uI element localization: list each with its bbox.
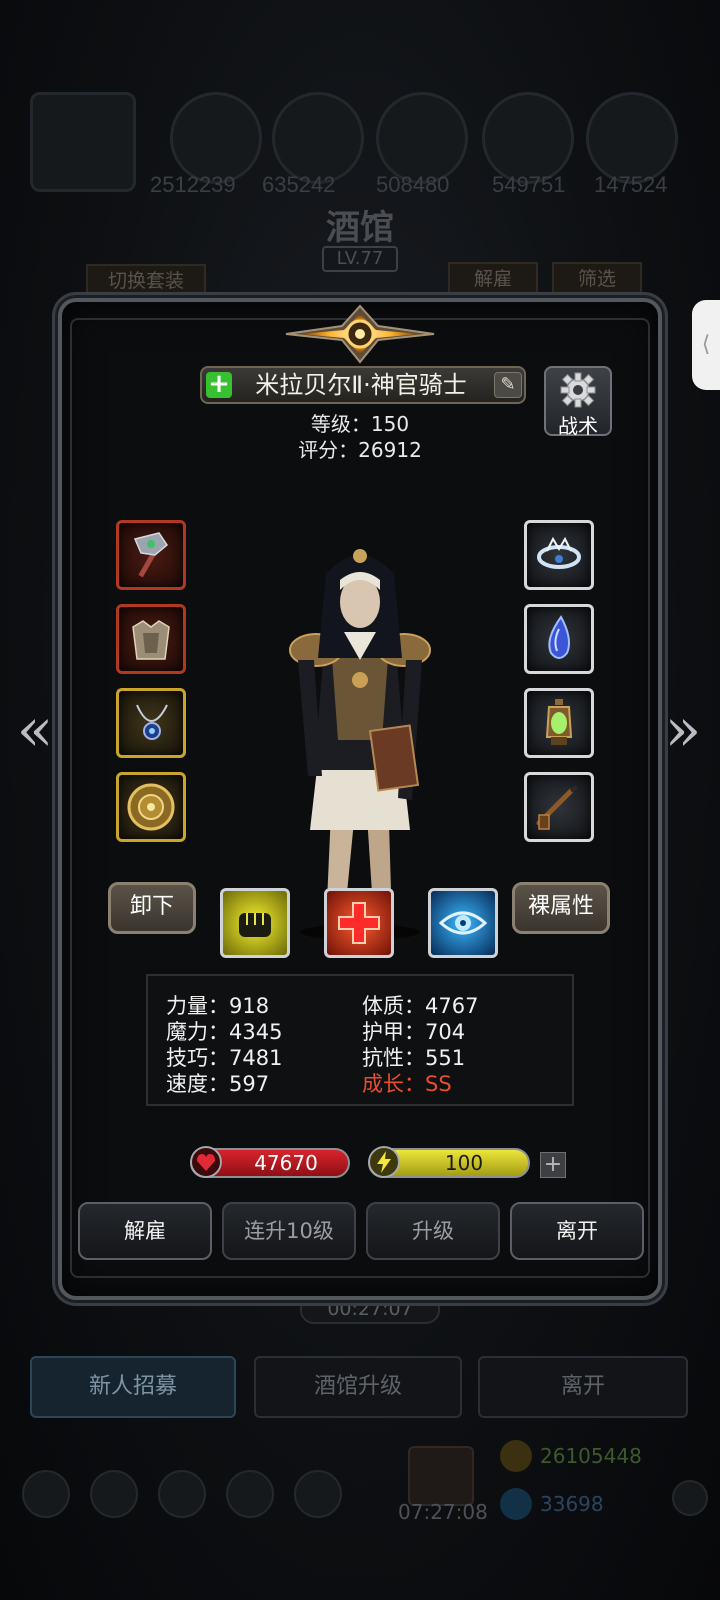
menu-icon	[22, 1470, 70, 1518]
base-attributes-button[interactable]: 裸属性	[512, 882, 610, 934]
resource-value: 549751	[492, 172, 566, 197]
equip-slot-necklace[interactable]	[116, 688, 186, 758]
menu-icon	[158, 1470, 206, 1518]
energy-value: 100	[444, 1151, 484, 1175]
menu-icon	[90, 1470, 138, 1518]
stat-speed: 速度：597	[166, 1072, 270, 1096]
skill-slot-3[interactable]	[428, 888, 498, 958]
silver-tiara-icon	[537, 536, 581, 569]
heal-cross-icon	[338, 902, 380, 944]
equip-slot-weapon[interactable]	[116, 520, 186, 590]
menu-icon	[294, 1470, 342, 1518]
level-up-10-button[interactable]: 连升10级	[222, 1202, 356, 1260]
dismiss-button[interactable]: 解雇	[78, 1202, 212, 1260]
tavern-title: 酒馆	[326, 208, 394, 248]
resource-value: 635242	[262, 172, 336, 197]
tavern-level: LV.77	[322, 246, 398, 272]
hp-value: 47670	[254, 1151, 318, 1175]
level-up-button[interactable]: 升级	[366, 1202, 500, 1260]
equip-slot-trinket[interactable]	[524, 604, 594, 674]
green-lantern-icon	[545, 699, 573, 745]
gem-amount: 33698	[540, 1492, 604, 1516]
side-drawer-handle[interactable]: ⟨	[692, 300, 720, 390]
hero-name: 米拉贝尔Ⅱ·神官骑士	[255, 371, 467, 399]
add-icon[interactable]: +	[206, 371, 232, 398]
unequip-button[interactable]: 卸下	[108, 882, 196, 934]
add-energy-icon[interactable]: +	[540, 1152, 566, 1178]
menu-icon	[226, 1470, 274, 1518]
eye-icon	[438, 911, 488, 935]
resource-value: 2512239	[150, 172, 236, 197]
more-icon	[672, 1480, 708, 1516]
crest-emblem-icon	[285, 304, 435, 364]
gem-icon	[500, 1488, 532, 1520]
resource-slot-6	[586, 92, 678, 184]
resource-slot-5	[482, 92, 574, 184]
round-shield-icon	[127, 783, 175, 831]
chest-armor-icon	[132, 620, 170, 660]
gear-icon	[560, 372, 596, 408]
gift-box-icon	[408, 1446, 474, 1506]
skill-slot-1[interactable]	[220, 888, 290, 958]
equip-slot-head[interactable]	[524, 520, 594, 590]
heart-icon	[190, 1146, 222, 1178]
resource-slot-2	[170, 92, 262, 184]
lightning-icon	[368, 1146, 400, 1178]
tab-leave: 离开	[478, 1356, 688, 1418]
tab-new-recruit: 新人招募	[30, 1356, 236, 1418]
equip-slot-lantern[interactable]	[524, 688, 594, 758]
resource-slot-3	[272, 92, 364, 184]
gold-amount: 26105448	[540, 1444, 642, 1468]
war-hammer-icon	[133, 532, 168, 578]
resource-slot-1	[30, 92, 136, 192]
fist-icon	[239, 913, 271, 937]
bg-dismiss-button: 解雇	[448, 262, 538, 296]
bg-filter-button: 筛选	[552, 262, 642, 296]
leave-button[interactable]: 离开	[510, 1202, 644, 1260]
next-hero-arrow-icon[interactable]: »	[660, 690, 706, 770]
edit-name-icon[interactable]: ✎	[494, 372, 522, 398]
equip-slot-tool[interactable]	[524, 772, 594, 842]
smoking-pipe-icon	[536, 785, 579, 830]
tab-tavern-upgrade: 酒馆升级	[254, 1356, 462, 1418]
switch-set-button: 切换套装	[86, 264, 206, 298]
gold-coin-icon	[500, 1440, 532, 1472]
equip-slot-shield[interactable]	[116, 772, 186, 842]
hero-level: 等级：150	[310, 412, 410, 436]
amulet-icon	[136, 704, 168, 740]
resource-value: 147524	[594, 172, 668, 197]
skill-slot-2[interactable]	[324, 888, 394, 958]
resource-value: 508480	[376, 172, 450, 197]
equip-slot-armor[interactable]	[116, 604, 186, 674]
hero-portrait	[289, 549, 431, 940]
previous-hero-arrow-icon[interactable]: «	[12, 690, 58, 770]
gift-timer: 07:27:08	[398, 1500, 488, 1524]
resource-slot-4	[376, 92, 468, 184]
hero-score: 评分：26912	[298, 438, 422, 462]
stat-growth: 成长：SS	[362, 1072, 452, 1096]
blue-crystal-icon	[548, 615, 570, 659]
